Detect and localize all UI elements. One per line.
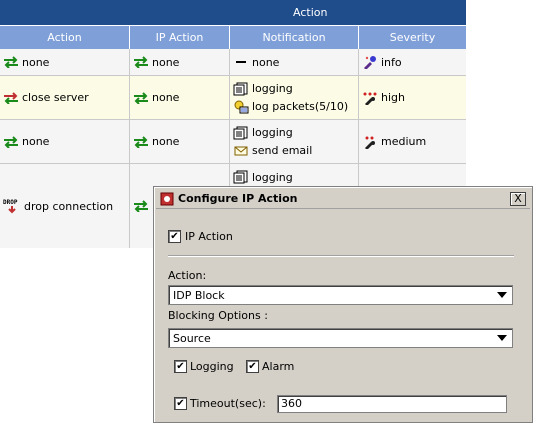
close-icon: X bbox=[514, 192, 522, 205]
close-button[interactable]: X bbox=[510, 192, 526, 206]
ip-action-checkbox[interactable]: ✔ bbox=[168, 230, 181, 243]
app-icon bbox=[160, 192, 174, 206]
configure-ip-action-dialog: Configure IP Action X ✔ IP Action Action… bbox=[153, 186, 533, 423]
dash-icon bbox=[236, 61, 246, 63]
checkmark-icon: ✔ bbox=[176, 398, 185, 409]
severity-cell: high bbox=[359, 76, 466, 119]
action-field-label: Action: bbox=[168, 269, 207, 282]
super-header-label: Action bbox=[293, 6, 328, 19]
severity-cell: medium bbox=[359, 120, 466, 163]
alarm-label: Alarm bbox=[262, 360, 295, 373]
notification-label: log packets(5/10) bbox=[252, 100, 349, 113]
log-packets-icon bbox=[234, 100, 249, 113]
none-arrows-icon bbox=[4, 135, 18, 148]
none-arrows-icon bbox=[134, 200, 148, 212]
info-severity-icon bbox=[364, 56, 376, 69]
table-row[interactable]: none none none info bbox=[0, 49, 466, 76]
severity-label: medium bbox=[381, 135, 427, 148]
severity-cell: info bbox=[359, 49, 466, 75]
timeout-label: Timeout(sec): bbox=[190, 397, 266, 410]
checkmark-icon: ✔ bbox=[248, 361, 257, 372]
logging-icon bbox=[233, 126, 248, 139]
timeout-input[interactable]: 360 bbox=[277, 395, 507, 413]
column-header-severity[interactable]: Severity bbox=[359, 25, 466, 49]
logging-checkbox[interactable]: ✔ bbox=[174, 360, 187, 373]
close-server-icon bbox=[4, 91, 18, 104]
alarm-checkbox[interactable]: ✔ bbox=[246, 360, 259, 373]
ip-action-label: none bbox=[152, 91, 180, 104]
none-arrows-icon bbox=[134, 135, 148, 148]
ip-action-cell: none bbox=[130, 76, 230, 119]
none-arrows-icon bbox=[4, 56, 18, 68]
severity-label: high bbox=[381, 91, 405, 104]
notification-cell: logging send email bbox=[230, 120, 359, 163]
action-cell: close server bbox=[0, 76, 130, 119]
chevron-down-icon bbox=[497, 292, 507, 298]
svg-text:DROP: DROP bbox=[3, 199, 18, 206]
table-row[interactable]: none none logging send email medium bbox=[0, 120, 466, 164]
logging-icon bbox=[233, 170, 248, 184]
column-header-action[interactable]: Action bbox=[0, 25, 130, 49]
checkmark-icon: ✔ bbox=[170, 231, 179, 242]
action-label: none bbox=[22, 135, 50, 148]
high-severity-icon bbox=[363, 92, 377, 105]
table-row[interactable]: close server none logging log packets(5/… bbox=[0, 76, 466, 120]
action-cell: none bbox=[0, 120, 130, 163]
action-select[interactable]: IDP Block bbox=[168, 285, 513, 305]
ip-action-checkbox-label: IP Action bbox=[185, 230, 233, 243]
action-select-value: IDP Block bbox=[173, 289, 225, 302]
email-icon bbox=[234, 146, 248, 155]
ip-action-label: none bbox=[152, 135, 180, 148]
action-label: none bbox=[22, 55, 50, 69]
ip-action-cell: none bbox=[130, 49, 230, 75]
column-header-ip-action[interactable]: IP Action bbox=[130, 25, 230, 49]
chevron-down-icon bbox=[497, 335, 507, 341]
blocking-options-select[interactable]: Source bbox=[168, 328, 513, 348]
dialog-title: Configure IP Action bbox=[178, 192, 298, 205]
medium-severity-icon bbox=[365, 136, 375, 149]
severity-label: info bbox=[381, 55, 402, 69]
notification-label: logging bbox=[252, 170, 293, 184]
column-header-notification[interactable]: Notification bbox=[230, 25, 359, 49]
action-cell: DROP drop connection bbox=[0, 164, 130, 248]
none-arrows-icon bbox=[134, 91, 148, 104]
checkmark-icon: ✔ bbox=[176, 361, 185, 372]
separator bbox=[168, 255, 514, 257]
action-label: close server bbox=[22, 91, 89, 104]
action-label: drop connection bbox=[24, 199, 114, 213]
timeout-checkbox[interactable]: ✔ bbox=[174, 397, 187, 410]
column-header-row: Action IP Action Notification Severity bbox=[0, 25, 466, 49]
notification-cell: none bbox=[230, 49, 359, 75]
super-header: Action bbox=[0, 0, 466, 25]
logging-icon bbox=[233, 82, 248, 95]
ip-action-label: none bbox=[152, 55, 180, 69]
ip-action-cell: none bbox=[130, 120, 230, 163]
dialog-titlebar[interactable]: Configure IP Action X bbox=[156, 189, 530, 209]
notification-cell: logging log packets(5/10) bbox=[230, 76, 359, 119]
none-arrows-icon bbox=[134, 56, 148, 68]
notification-label: logging bbox=[252, 82, 293, 95]
notification-label: none bbox=[252, 55, 280, 69]
drop-icon: DROP bbox=[3, 199, 18, 214]
notification-label: logging bbox=[252, 126, 293, 139]
logging-label: Logging bbox=[190, 360, 234, 373]
blocking-options-value: Source bbox=[173, 332, 211, 345]
action-cell: none bbox=[0, 49, 130, 75]
notification-label: send email bbox=[252, 144, 313, 157]
blocking-options-label: Blocking Options : bbox=[168, 309, 268, 322]
